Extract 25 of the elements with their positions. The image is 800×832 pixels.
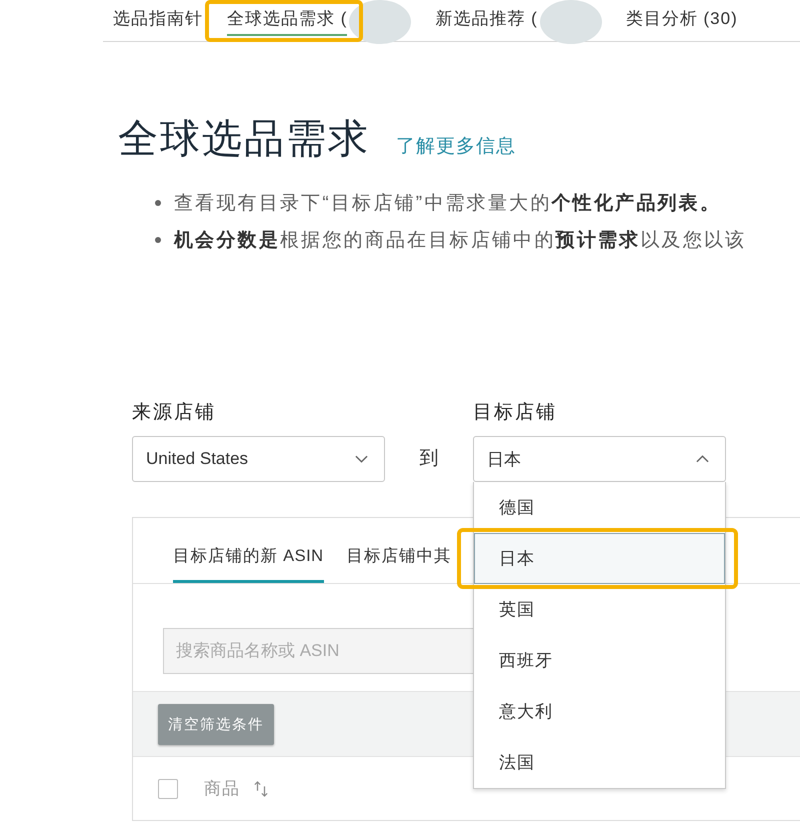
- bullet-text: 机会分数是根据您的商品在目标店铺中的预计需求以及您以该: [174, 228, 746, 252]
- bullet-icon: [155, 200, 161, 206]
- tab[interactable]: 全球选品需求 (: [227, 4, 348, 36]
- bullet-text: 查看现有目录下“目标店铺”中需求量大的个性化产品列表。: [174, 192, 722, 216]
- tab[interactable]: 目标店铺中其: [346, 544, 452, 583]
- checkbox[interactable]: [158, 778, 178, 798]
- dropdown-option[interactable]: 意大利: [474, 686, 725, 737]
- learn-more-link[interactable]: 了解更多信息: [396, 133, 516, 159]
- dropdown-option[interactable]: 日本: [474, 533, 725, 584]
- chevron-up-icon: [696, 455, 709, 463]
- tab[interactable]: 目标店铺的新 ASIN: [173, 544, 324, 583]
- tab[interactable]: 新选品推荐 (: [435, 4, 538, 36]
- tab[interactable]: 类目分析 (30): [626, 4, 738, 36]
- dropdown-option[interactable]: 法国: [474, 737, 725, 788]
- target-store-label: 目标店铺: [473, 401, 557, 425]
- bullet-icon: [155, 236, 161, 242]
- page-title: 全球选品需求: [118, 116, 370, 163]
- dropdown-option[interactable]: 德国: [474, 482, 725, 533]
- source-store-select[interactable]: United States: [132, 436, 385, 482]
- source-store-label: 来源店铺: [132, 401, 216, 425]
- tab[interactable]: 选品指南针: [113, 4, 203, 36]
- sort-icon[interactable]: [254, 780, 268, 798]
- chevron-down-icon: [355, 455, 368, 463]
- target-store-select[interactable]: 日本: [473, 436, 726, 482]
- to-label: 到: [418, 447, 440, 471]
